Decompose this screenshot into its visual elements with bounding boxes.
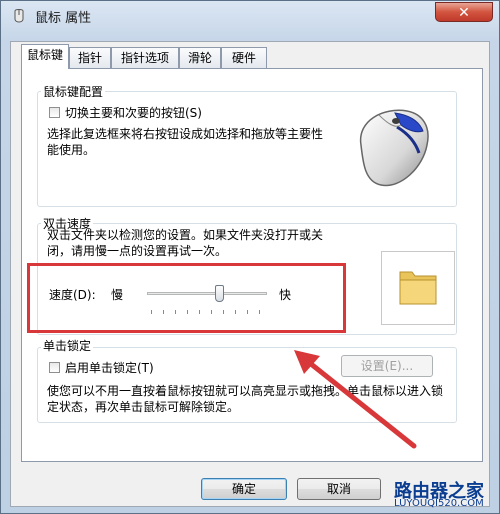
click-lock-title: 单击锁定 xyxy=(41,337,94,354)
tab-pointers[interactable]: 指针 xyxy=(69,47,111,68)
window-title: 鼠标 属性 xyxy=(35,11,92,26)
title-bar[interactable]: 鼠标 属性 ✕ xyxy=(1,1,499,29)
close-icon: ✕ xyxy=(458,5,470,21)
close-button[interactable]: ✕ xyxy=(435,2,493,22)
switch-buttons-description: 选择此复选框来将右按钮设成如选择和拖放等主要性能使用。 xyxy=(47,127,324,157)
cancel-button[interactable]: 取消 xyxy=(297,478,381,500)
highlight-annotation-box xyxy=(27,263,346,333)
button-config-title: 鼠标键配置 xyxy=(41,83,106,100)
annotation-arrow-icon xyxy=(294,350,417,449)
tab-buttons[interactable]: 鼠标键 xyxy=(21,44,69,69)
tab-label: 鼠标键 xyxy=(26,48,63,62)
tab-label: 指针选项 xyxy=(120,51,169,65)
mouse-icon xyxy=(11,8,27,24)
mouse-properties-window: 鼠标 属性 ✕ 鼠标键 指针 指针选项 滑轮 硬件 鼠标键配置 切换主要和次要的… xyxy=(0,0,500,514)
mouse-icon xyxy=(359,109,429,187)
test-folder-area[interactable] xyxy=(381,251,455,325)
tab-pointer-options[interactable]: 指针选项 xyxy=(111,47,179,68)
ok-button[interactable]: 确定 xyxy=(201,478,287,500)
watermark-url: LUYOUQI520.COM xyxy=(394,498,484,509)
double-click-description: 双击文件夹以检测您的设置。如果文件夹没打开或关闭，请用慢一点的设置再试一次。 xyxy=(47,228,324,258)
tab-label: 硬件 xyxy=(231,51,256,65)
cancel-button-label: 取消 xyxy=(326,482,351,496)
switch-buttons-checkbox[interactable] xyxy=(49,107,60,118)
ok-button-label: 确定 xyxy=(231,482,256,496)
click-lock-label[interactable]: 启用单击锁定(T) xyxy=(65,359,154,376)
switch-buttons-label[interactable]: 切换主要和次要的按钮(S) xyxy=(65,104,202,121)
folder-icon xyxy=(399,271,437,305)
tab-wheel[interactable]: 滑轮 xyxy=(179,47,221,68)
tab-label: 指针 xyxy=(77,51,102,65)
tab-hardware[interactable]: 硬件 xyxy=(221,47,267,68)
click-lock-checkbox[interactable] xyxy=(49,362,60,373)
tab-label: 滑轮 xyxy=(187,51,212,65)
mouse-illustration xyxy=(339,93,451,201)
